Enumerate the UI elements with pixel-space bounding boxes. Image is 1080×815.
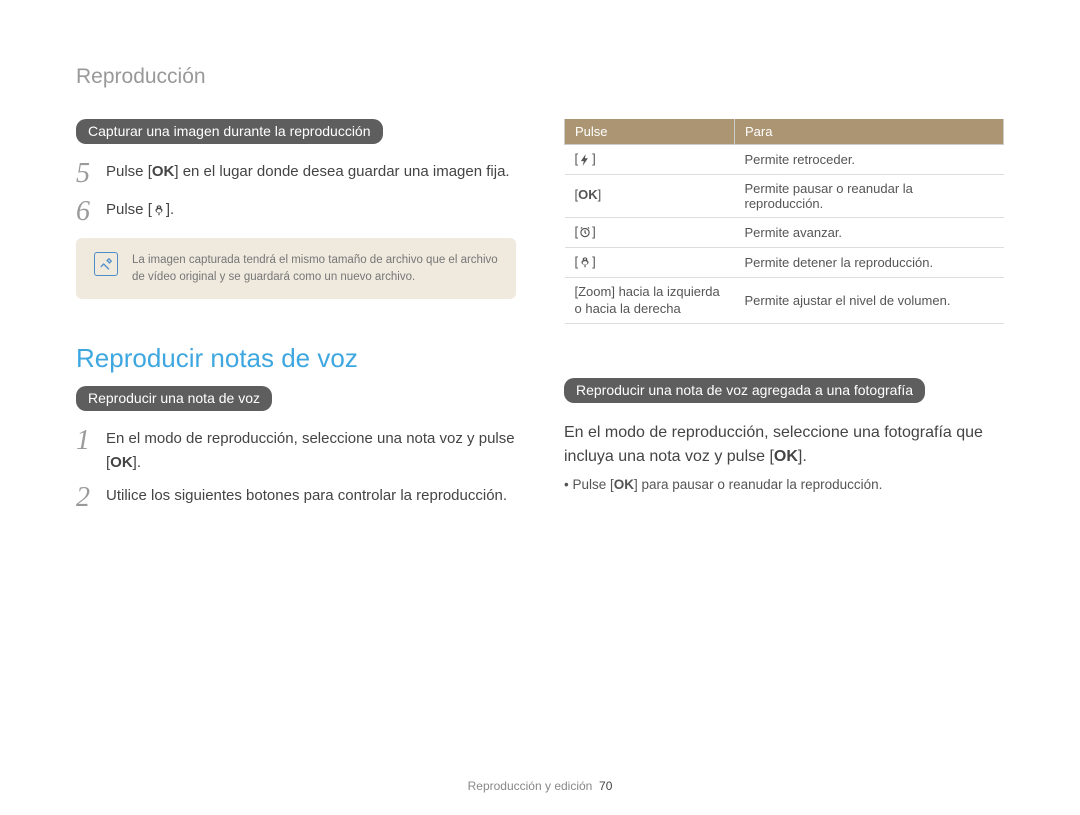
steps-playback: 1 En el modo de reproducción, seleccione… [76, 427, 516, 512]
cell-key: [] [565, 145, 735, 175]
ok-label: OK [110, 454, 133, 471]
flash-icon [578, 153, 592, 167]
step-text: Pulse [ [106, 201, 152, 218]
cell-key: [] [565, 247, 735, 277]
pill-capture-image: Capturar una imagen durante la reproducc… [76, 119, 383, 144]
step-text: En el modo de reproducción, seleccione u… [106, 430, 515, 470]
step-2: 2 Utilice los siguientes botones para co… [76, 484, 516, 512]
table-row: [] Permite detener la reproducción. [565, 247, 1004, 277]
cell-key: [] [565, 217, 735, 247]
ok-label: OK [614, 477, 634, 492]
table-header-pulse: Pulse [565, 119, 735, 145]
step-body: Pulse [OK] en el lugar donde desea guard… [106, 160, 516, 188]
pill-voice-note-photo: Reproducir una nota de voz agregada a un… [564, 378, 925, 403]
cell-key: [Zoom] hacia la izquierda o hacia la der… [565, 277, 735, 324]
page-number: 70 [599, 779, 612, 793]
bullet-text: Pulse [ [572, 477, 613, 492]
manual-page: Reproducción Capturar una imagen durante… [0, 0, 1080, 815]
footer-section: Reproducción y edición [468, 779, 593, 793]
table-row: [] Permite avanzar. [565, 217, 1004, 247]
cell-key: [OK] [565, 174, 735, 217]
step-number: 2 [76, 484, 96, 512]
breadcrumb: Reproducción [76, 65, 1004, 89]
step-text: ] en el lugar donde desea guardar una im… [174, 163, 509, 180]
cell-val: Permite retroceder. [735, 145, 1004, 175]
step-body: Utilice los siguientes botones para cont… [106, 484, 516, 512]
step-text: ]. [133, 454, 141, 471]
section-title-voice-notes: Reproducir notas de voz [76, 343, 516, 374]
ok-label: OK [774, 448, 798, 465]
table-row: [] Permite retroceder. [565, 145, 1004, 175]
step-6: 6 Pulse []. [76, 198, 516, 226]
table-header-para: Para [735, 119, 1004, 145]
step-1: 1 En el modo de reproducción, seleccione… [76, 427, 516, 474]
controls-table: Pulse Para [] Permite retroceder. [OK] P… [564, 119, 1004, 324]
step-body: En el modo de reproducción, seleccione u… [106, 427, 516, 474]
step-number: 1 [76, 427, 96, 474]
table-header-row: Pulse Para [565, 119, 1004, 145]
cell-val: Permite avanzar. [735, 217, 1004, 247]
bullet-pause-resume: Pulse [OK] para pausar o reanudar la rep… [564, 477, 1004, 492]
two-column-layout: Capturar una imagen durante la reproducc… [76, 119, 1004, 524]
macro-icon [152, 203, 166, 217]
step-text: Pulse [ [106, 163, 152, 180]
paragraph-voice-photo: En el modo de reproducción, seleccione u… [564, 421, 1004, 469]
page-footer: Reproducción y edición 70 [0, 779, 1080, 793]
step-number: 6 [76, 198, 96, 226]
timer-icon [578, 225, 592, 239]
ok-label: OK [578, 187, 598, 202]
left-column: Capturar una imagen durante la reproducc… [76, 119, 516, 524]
right-column: Pulse Para [] Permite retroceder. [OK] P… [564, 119, 1004, 524]
step-number: 5 [76, 160, 96, 188]
note-icon [94, 252, 118, 276]
ok-label: OK [152, 163, 175, 180]
note-text: La imagen capturada tendrá el mismo tama… [132, 252, 498, 285]
cell-val: Permite detener la reproducción. [735, 247, 1004, 277]
para-text: ]. [798, 448, 807, 465]
step-5: 5 Pulse [OK] en el lugar donde desea gua… [76, 160, 516, 188]
step-text: ]. [166, 201, 174, 218]
bullet-text: ] para pausar o reanudar la reproducción… [634, 477, 882, 492]
pill-play-voice-note: Reproducir una nota de voz [76, 386, 272, 411]
step-body: Pulse []. [106, 198, 516, 226]
macro-icon [578, 255, 592, 269]
table-row: [OK] Permite pausar o reanudar la reprod… [565, 174, 1004, 217]
cell-val: Permite ajustar el nivel de volumen. [735, 277, 1004, 324]
table-row: [Zoom] hacia la izquierda o hacia la der… [565, 277, 1004, 324]
cell-val: Permite pausar o reanudar la reproducció… [735, 174, 1004, 217]
steps-capture: 5 Pulse [OK] en el lugar donde desea gua… [76, 160, 516, 226]
note-box: La imagen capturada tendrá el mismo tama… [76, 238, 516, 299]
